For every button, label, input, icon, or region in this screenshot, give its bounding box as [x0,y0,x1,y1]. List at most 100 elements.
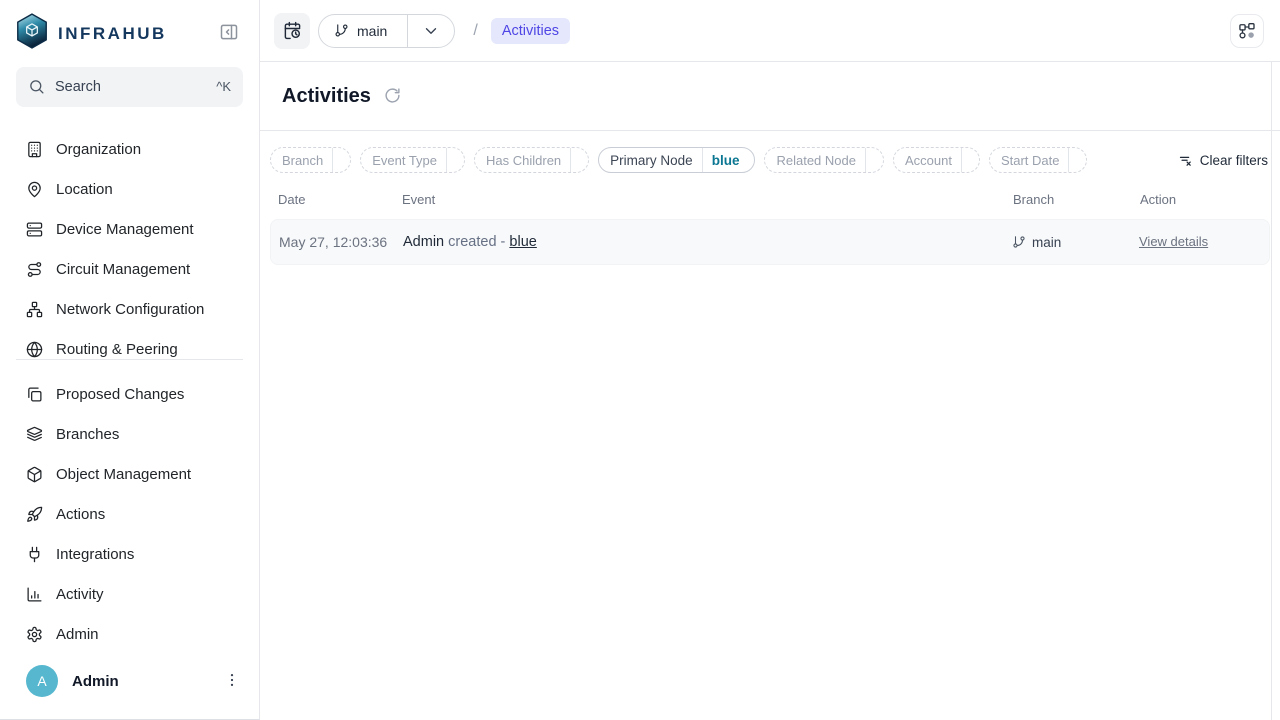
sidebar-item-label: Admin [56,626,99,643]
sidebar-item-label: Device Management [56,221,194,238]
table-body: May 27, 12:03:36 Admin created - blue ma… [260,207,1280,265]
sidebar-item-device-management[interactable]: Device Management [0,210,259,250]
filter-chip-label: Primary Node [599,153,702,168]
sidebar-item-actions[interactable]: Actions [0,494,259,534]
breadcrumb-separator: / [473,22,477,40]
topbar: main / Activities [260,0,1280,62]
user-menu-kebab-icon[interactable] [223,671,243,691]
row-event: Admin created - blue [403,234,1012,250]
filter-chip-value: blue [703,153,746,168]
branch-selector-value: main [357,23,387,39]
sidebar-item-object-management[interactable]: Object Management [0,454,259,494]
sidebar-item-label: Circuit Management [56,261,190,278]
sidebar-item-label: Branches [56,426,119,443]
column-header-action: Action [1140,192,1262,207]
sidebar-item-location[interactable]: Location [0,170,259,210]
layers-icon [26,426,43,443]
sidebar-item-label: Integrations [56,546,134,563]
sidebar-item-routing-peering[interactable]: Routing & Peering [0,330,259,359]
refresh-icon[interactable] [384,87,402,105]
sidebar-item-activity[interactable]: Activity [0,574,259,614]
route-icon [26,261,43,278]
search-shortcut: ^K [216,79,231,94]
search-icon [28,78,45,95]
column-header-event: Event [402,192,1013,207]
filter-chip-related-node[interactable]: Related Node [764,147,884,173]
table-row[interactable]: May 27, 12:03:36 Admin created - blue ma… [270,219,1270,265]
row-date: May 27, 12:03:36 [279,234,403,250]
sidebar-collapse-icon[interactable] [219,22,243,46]
branch-selector[interactable]: main [318,14,455,48]
filter-chip-label: Start Date [990,153,1069,168]
sidebar-item-label: Proposed Changes [56,386,184,403]
filter-chip-start-date[interactable]: Start Date [989,147,1088,173]
clear-filters-button[interactable]: Clear filters [1178,153,1270,168]
sidebar-item-branches[interactable]: Branches [0,414,259,454]
schema-visualizer-button[interactable] [1230,14,1264,48]
filter-chip-label: Has Children [475,153,570,168]
filter-chip-account[interactable]: Account [893,147,980,173]
search-input[interactable]: Search ^K [16,67,243,107]
filter-chip-has-children[interactable]: Has Children [474,147,589,173]
filter-chip-event-type[interactable]: Event Type [360,147,465,173]
table-header: Date Event Branch Action [270,192,1270,207]
avatar: A [26,665,58,697]
sidebar-nav-schema-group: Organization Location Device Management … [0,130,259,359]
sidebar-item-integrations[interactable]: Integrations [0,534,259,574]
sidebar-item-label: Network Configuration [56,301,204,318]
filter-chip-label: Event Type [361,153,446,168]
sidebar-item-network-configuration[interactable]: Network Configuration [0,290,259,330]
rocket-icon [26,506,43,523]
sidebar-item-organization[interactable]: Organization [0,130,259,170]
column-header-branch: Branch [1013,192,1140,207]
plug-icon [26,546,43,563]
time-travel-calendar-button[interactable] [274,13,310,49]
scroll-gutter-border [1271,62,1272,720]
infrahub-logo-icon [16,13,48,54]
filter-chip-label: Related Node [765,153,865,168]
gear-icon [26,626,43,643]
row-event-object-link[interactable]: blue [509,234,536,250]
sidebar-item-admin[interactable]: Admin [0,614,259,654]
sidebar: INFRAHUB Search ^K Organization Location… [0,0,260,720]
sidebar-item-circuit-management[interactable]: Circuit Management [0,250,259,290]
chevron-down-icon[interactable] [408,23,454,38]
sidebar-item-label: Actions [56,506,105,523]
sidebar-nav-main-group: Proposed Changes Branches Object Managem… [0,374,259,654]
sidebar-item-label: Object Management [56,466,191,483]
filters-bar: Branch Event Type Has Children Primary N… [270,147,1270,173]
network-icon [26,301,43,318]
page-header: Activities [260,62,1280,131]
filter-x-icon [1178,153,1193,168]
user-name: Admin [72,673,209,690]
filter-chip-label: Branch [271,153,332,168]
brand-name: INFRAHUB [58,24,219,44]
sidebar-divider [16,359,243,360]
page-title: Activities [282,85,371,108]
globe-icon [26,341,43,358]
filter-chip-label: Account [894,153,961,168]
sidebar-item-proposed-changes[interactable]: Proposed Changes [0,374,259,414]
sidebar-item-label: Activity [56,586,104,603]
user-menu: A Admin [0,654,259,719]
pages-icon [26,386,43,403]
column-header-date: Date [278,192,402,207]
main-area: main / Activities Activities Branch Even… [260,0,1280,720]
clear-filters-label: Clear filters [1200,153,1268,168]
app-root: INFRAHUB Search ^K Organization Location… [0,0,1280,720]
git-branch-icon [1012,235,1026,249]
search-placeholder: Search [55,79,206,95]
sidebar-item-label: Routing & Peering [56,341,178,358]
row-branch: main [1012,235,1139,250]
git-branch-icon [334,23,349,38]
logo-row: INFRAHUB [0,0,259,54]
sidebar-item-label: Location [56,181,113,198]
building-icon [26,141,43,158]
view-details-link[interactable]: View details [1139,234,1208,249]
breadcrumb-current[interactable]: Activities [491,18,570,44]
filter-chip-primary-node[interactable]: Primary Node blue [598,147,755,173]
filter-chip-branch[interactable]: Branch [270,147,351,173]
box-icon [26,466,43,483]
bar-chart-icon [26,586,43,603]
sidebar-item-label: Organization [56,141,141,158]
